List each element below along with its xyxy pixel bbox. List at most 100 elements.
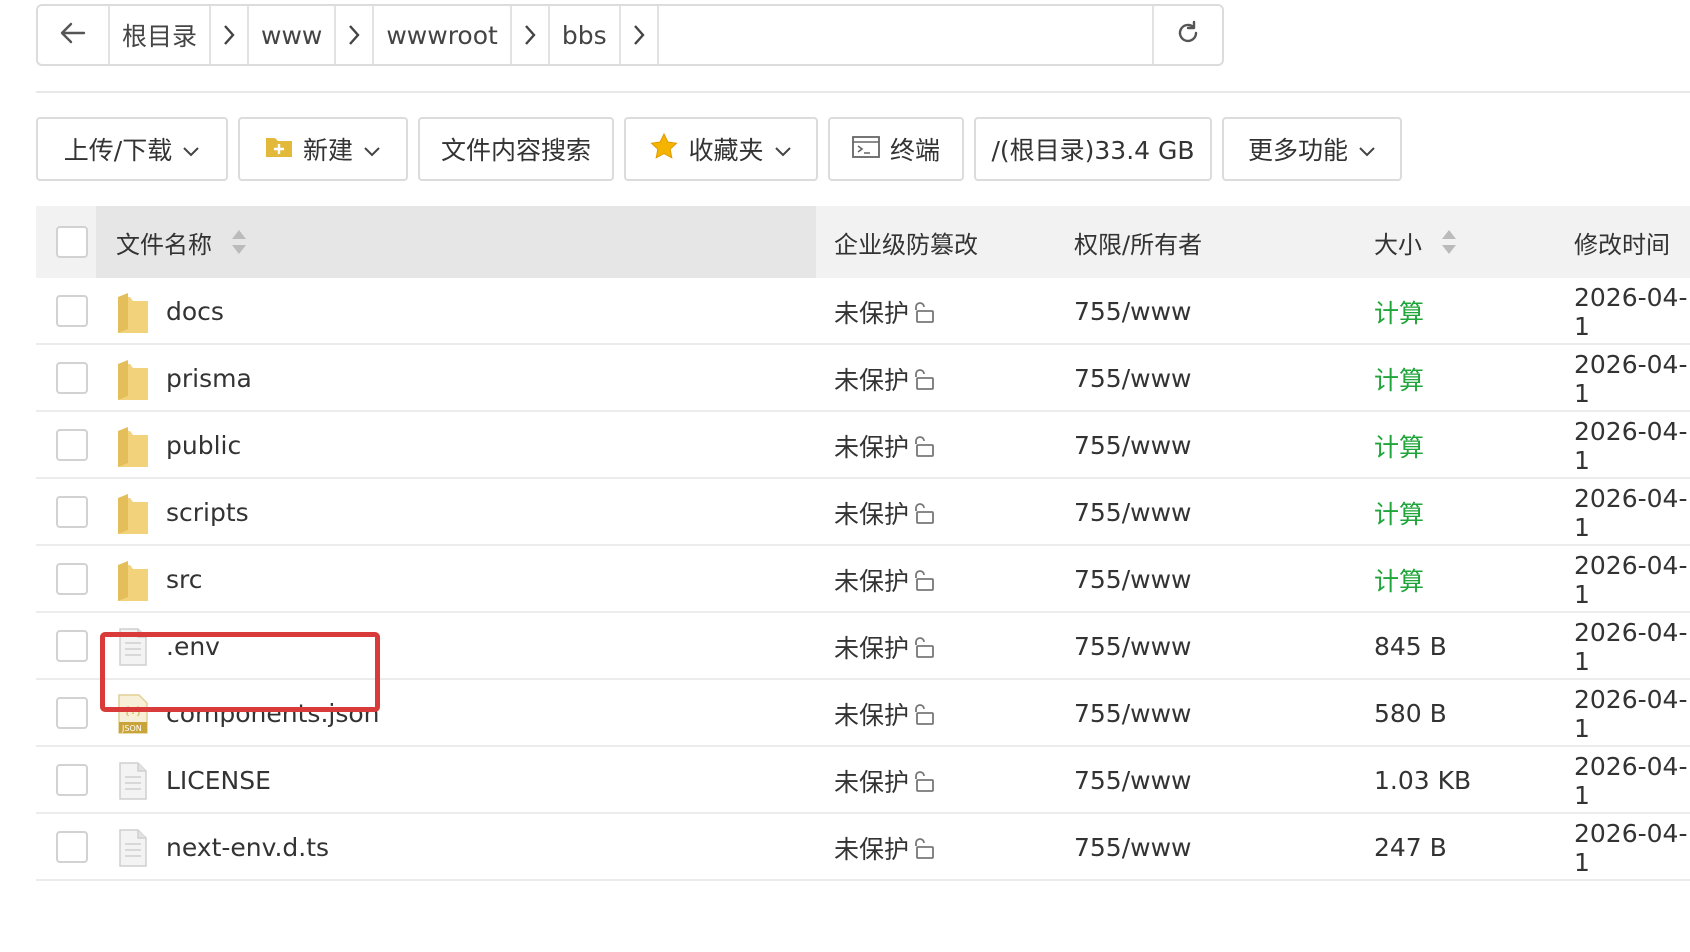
unlock-icon[interactable] <box>911 501 935 525</box>
permission-cell[interactable]: 755/www <box>1074 613 1191 680</box>
size-cell[interactable]: 计算 <box>1374 345 1424 412</box>
row-checkbox[interactable] <box>56 563 88 595</box>
path-input-area[interactable] <box>659 6 1152 64</box>
refresh-button[interactable] <box>1152 6 1222 64</box>
disk-usage-button[interactable]: /(根目录)33.4 GB <box>974 117 1212 181</box>
protect-cell[interactable]: 未保护 <box>834 814 935 881</box>
unlock-icon[interactable] <box>911 836 935 860</box>
calculate-size-link[interactable]: 计算 <box>1374 562 1424 598</box>
file-name-cell[interactable]: next-env.d.ts <box>116 814 329 881</box>
size-cell[interactable]: 计算 <box>1374 479 1424 546</box>
file-name-cell[interactable]: src <box>116 546 203 613</box>
upload-download-button[interactable]: 上传/下载 <box>36 117 228 181</box>
file-name[interactable]: docs <box>166 297 224 326</box>
file-name-cell[interactable]: public <box>116 412 241 479</box>
size-cell[interactable]: 计算 <box>1374 278 1424 345</box>
table-row[interactable]: scripts 未保护 755/www 计算 2026-04-1 <box>36 479 1690 546</box>
permission-owner[interactable]: 755/www <box>1074 565 1191 594</box>
file-name[interactable]: prisma <box>166 364 252 393</box>
favorites-button[interactable]: 收藏夹 <box>624 117 818 181</box>
more-functions-button[interactable]: 更多功能 <box>1222 117 1402 181</box>
breadcrumb-item-wwwroot[interactable]: wwwroot <box>374 6 550 64</box>
permission-cell[interactable]: 755/www <box>1074 546 1191 613</box>
permission-owner[interactable]: 755/www <box>1074 297 1191 326</box>
protect-cell[interactable]: 未保护 <box>834 680 935 747</box>
unlock-icon[interactable] <box>911 434 935 458</box>
select-all-checkbox[interactable] <box>56 226 88 258</box>
permission-owner[interactable]: 755/www <box>1074 833 1191 862</box>
file-name-cell[interactable]: LICENSE <box>116 747 271 814</box>
protect-cell[interactable]: 未保护 <box>834 747 935 814</box>
new-button[interactable]: 新建 <box>238 117 408 181</box>
row-checkbox[interactable] <box>56 630 88 662</box>
breadcrumb-item-www[interactable]: www <box>249 6 375 64</box>
size-cell[interactable]: 计算 <box>1374 546 1424 613</box>
mtime-column-header[interactable]: 修改时间 <box>1574 206 1670 278</box>
permission-owner[interactable]: 755/www <box>1074 632 1191 661</box>
permission-owner[interactable]: 755/www <box>1074 699 1191 728</box>
file-name[interactable]: public <box>166 431 241 460</box>
row-checkbox[interactable] <box>56 362 88 394</box>
permission-owner[interactable]: 755/www <box>1074 766 1191 795</box>
file-name-cell[interactable]: prisma <box>116 345 252 412</box>
protect-cell[interactable]: 未保护 <box>834 546 935 613</box>
unlock-icon[interactable] <box>911 367 935 391</box>
row-checkbox[interactable] <box>56 697 88 729</box>
unlock-icon[interactable] <box>911 702 935 726</box>
unlock-icon[interactable] <box>911 300 935 324</box>
row-checkbox[interactable] <box>56 429 88 461</box>
table-row[interactable]: src 未保护 755/www 计算 2026-04-1 <box>36 546 1690 613</box>
unlock-icon[interactable] <box>911 635 935 659</box>
file-name[interactable]: LICENSE <box>166 766 271 795</box>
calculate-size-link[interactable]: 计算 <box>1374 495 1424 531</box>
calculate-size-link[interactable]: 计算 <box>1374 428 1424 464</box>
protect-cell[interactable]: 未保护 <box>834 412 935 479</box>
breadcrumb-item-root[interactable]: 根目录 <box>110 6 250 64</box>
chevron-right-icon[interactable] <box>509 6 548 64</box>
file-content-search-button[interactable]: 文件内容搜索 <box>418 117 614 181</box>
file-name-cell[interactable]: docs <box>116 278 224 345</box>
permission-cell[interactable]: 755/www <box>1074 345 1191 412</box>
table-row[interactable]: LICENSE 未保护 755/www 1.03 KB 2026-04-1 <box>36 747 1690 814</box>
size-cell[interactable]: 计算 <box>1374 412 1424 479</box>
protect-cell[interactable]: 未保护 <box>834 479 935 546</box>
table-row[interactable]: docs 未保护 755/www 计算 2026-04-1 <box>36 278 1690 345</box>
table-row[interactable]: next-env.d.ts 未保护 755/www 247 B 2026-04-1 <box>36 814 1690 881</box>
row-checkbox[interactable] <box>56 831 88 863</box>
file-name-cell[interactable]: scripts <box>116 479 249 546</box>
terminal-button[interactable]: 终端 <box>828 117 964 181</box>
table-row[interactable]: public 未保护 755/www 计算 2026-04-1 <box>36 412 1690 479</box>
permission-cell[interactable]: 755/www <box>1074 680 1191 747</box>
unlock-icon[interactable] <box>911 568 935 592</box>
size-column-header[interactable]: 大小 <box>1374 206 1458 278</box>
permission-cell[interactable]: 755/www <box>1074 747 1191 814</box>
breadcrumb-item-bbs[interactable]: bbs <box>550 6 659 64</box>
calculate-size-link[interactable]: 计算 <box>1374 361 1424 397</box>
table-row[interactable]: prisma 未保护 755/www 计算 2026-04-1 <box>36 345 1690 412</box>
permission-cell[interactable]: 755/www <box>1074 278 1191 345</box>
file-name[interactable]: src <box>166 565 203 594</box>
permission-owner[interactable]: 755/www <box>1074 431 1191 460</box>
row-checkbox[interactable] <box>56 496 88 528</box>
permission-cell[interactable]: 755/www <box>1074 412 1191 479</box>
chevron-right-icon[interactable] <box>334 6 372 64</box>
permission-owner[interactable]: 755/www <box>1074 498 1191 527</box>
sort-icon[interactable] <box>1440 229 1458 255</box>
permission-cell[interactable]: 755/www <box>1074 479 1191 546</box>
permission-owner[interactable]: 755/www <box>1074 364 1191 393</box>
chevron-right-icon[interactable] <box>209 6 247 64</box>
file-name[interactable]: scripts <box>166 498 249 527</box>
row-checkbox[interactable] <box>56 764 88 796</box>
back-button[interactable] <box>38 6 110 64</box>
chevron-right-icon[interactable] <box>618 6 657 64</box>
file-name[interactable]: next-env.d.ts <box>166 833 329 862</box>
protect-cell[interactable]: 未保护 <box>834 345 935 412</box>
protect-cell[interactable]: 未保护 <box>834 613 935 680</box>
permission-cell[interactable]: 755/www <box>1074 814 1191 881</box>
name-column-header[interactable]: 文件名称 <box>116 206 248 278</box>
calculate-size-link[interactable]: 计算 <box>1374 294 1424 330</box>
row-checkbox[interactable] <box>56 295 88 327</box>
unlock-icon[interactable] <box>911 769 935 793</box>
sort-icon[interactable] <box>230 229 248 255</box>
protect-cell[interactable]: 未保护 <box>834 278 935 345</box>
